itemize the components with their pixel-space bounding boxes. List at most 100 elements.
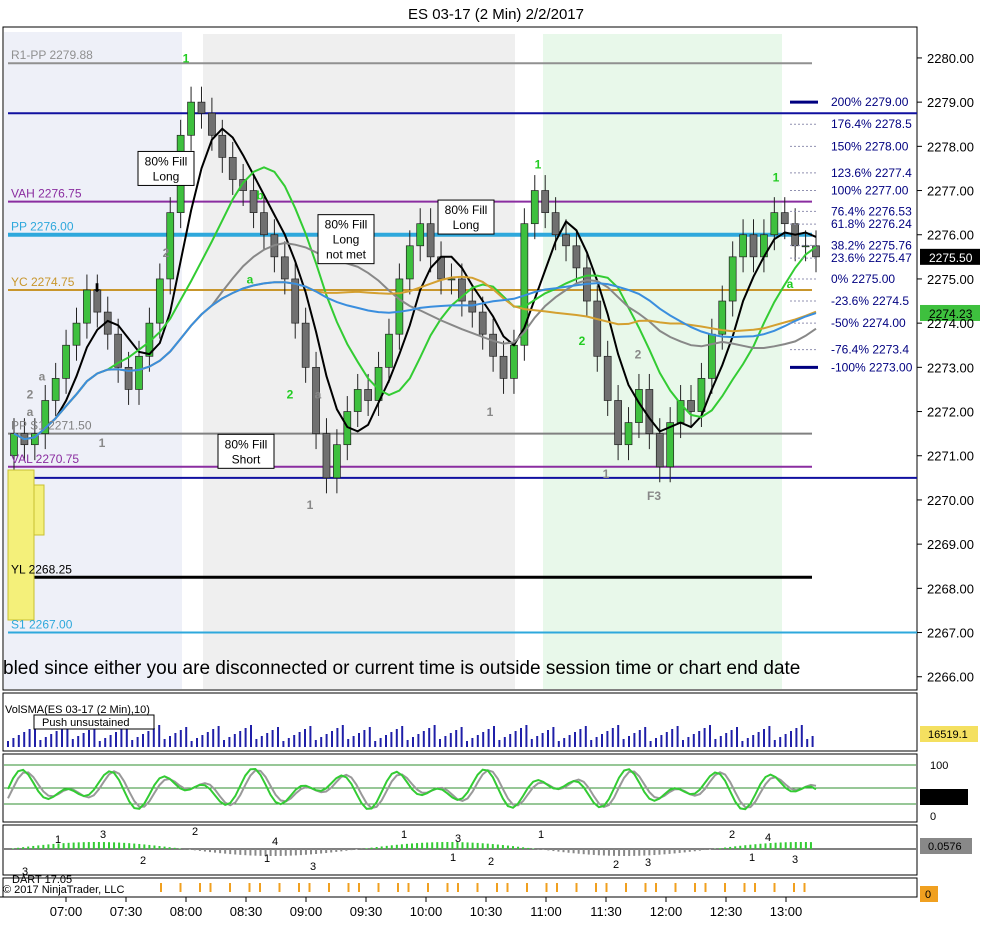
candle-body <box>291 278 300 324</box>
candle-body <box>541 190 550 213</box>
dart-wave-number: 1 <box>538 829 544 841</box>
x-axis-tick-label: 08:00 <box>170 904 203 919</box>
annotation-text: Long <box>333 233 360 247</box>
push-note-text: Push unsustained <box>42 717 129 729</box>
wave-label: 2 <box>27 387 34 401</box>
wave-label: a <box>39 370 46 384</box>
marker-tick <box>496 883 498 892</box>
annotation-text: 80% Fill <box>145 154 188 168</box>
marker-tick <box>605 883 608 892</box>
x-axis-tick-label: 11:30 <box>590 904 622 919</box>
x-axis-tick-label: 10:00 <box>410 904 443 919</box>
marker-tick <box>397 883 399 892</box>
candle-body <box>666 422 675 468</box>
dart-wave-number: 3 <box>310 861 316 873</box>
marker-tick <box>704 883 707 892</box>
candle-body <box>218 134 227 158</box>
y-axis-tick-label: 2273.00 <box>927 360 974 375</box>
marker-tick <box>793 883 795 892</box>
candle-body <box>655 433 664 468</box>
candle-body <box>405 245 414 280</box>
dart-wave-number: 1 <box>450 852 456 864</box>
marker-tick <box>773 883 776 892</box>
fib-label: 150% 2278.00 <box>831 139 909 153</box>
x-axis-tick-label: 09:00 <box>290 904 323 919</box>
candle-body <box>135 355 143 390</box>
dart-wave-number: 1 <box>55 834 61 846</box>
fib-label: 123.6% 2277.4 <box>831 166 912 180</box>
candle-body <box>364 389 372 401</box>
marker-tick <box>377 883 380 892</box>
y-axis-tick-label: 2270.00 <box>927 493 974 508</box>
copyright-label: © 2017 NinjaTrader, LLC <box>3 884 124 896</box>
y-axis-tick-label: 2280.00 <box>927 51 974 66</box>
x-axis-tick-label: 13:00 <box>770 904 803 919</box>
dart-wave-number: 2 <box>729 829 735 841</box>
dart-wave-number: 1 <box>264 853 270 865</box>
dart-wave-number: 1 <box>749 852 755 864</box>
dart-wave-number: 1 <box>401 829 407 841</box>
marker-tick <box>358 883 360 892</box>
level-label: YC 2274.75 <box>11 275 75 289</box>
fib-label: 23.6% 2275.47 <box>831 251 912 265</box>
y-axis-tick-label: 2278.00 <box>927 139 974 154</box>
dart-wave-number: 3 <box>455 833 461 845</box>
marker-tick <box>674 883 677 892</box>
x-axis-tick-label: 10:30 <box>470 904 503 919</box>
marker-panel-frame <box>2 877 918 898</box>
dart-wave-number: 2 <box>488 856 494 868</box>
wave-label: 1 <box>603 467 610 481</box>
marker-tick <box>743 883 746 892</box>
marker-tick <box>179 883 182 892</box>
status-message: bled since either you are disconnected o… <box>3 658 800 679</box>
profile-block <box>7 469 35 621</box>
x-axis-tick-label: 09:30 <box>350 904 383 919</box>
level-label: S1 2267.00 <box>11 618 73 632</box>
candle-body <box>228 157 237 180</box>
candle-body <box>385 333 393 368</box>
candle-body <box>353 389 362 412</box>
fib-label: -50% 2274.00 <box>831 316 906 330</box>
dart-wave-number: 4 <box>272 836 278 848</box>
session-region-midday <box>543 34 782 689</box>
candle-body <box>478 311 487 335</box>
wave-label: 2 <box>579 334 586 348</box>
marker-tick <box>347 883 350 892</box>
y-axis-tick-label: 2267.00 <box>927 626 974 641</box>
level-label: PP 2276.00 <box>11 220 74 234</box>
marker-tick <box>694 883 696 892</box>
dart-wave-number: 2 <box>192 826 198 838</box>
sma-price-label: 2274.23 <box>929 307 973 321</box>
y-axis-tick-label: 2266.00 <box>927 670 974 685</box>
marker-tick <box>328 883 330 892</box>
level-label: PP S1 2271.50 <box>11 419 92 433</box>
fib-label: -76.4% 2273.4 <box>831 343 909 357</box>
candle-body <box>197 101 206 114</box>
candle-body <box>593 300 602 357</box>
candle-body <box>62 344 70 379</box>
candle-body <box>510 344 518 379</box>
candle-body <box>551 212 560 236</box>
wave-label: 2 <box>163 246 170 260</box>
wave-label: 1 <box>99 436 106 450</box>
candle-body <box>801 245 810 248</box>
annotation-text: not met <box>326 248 367 262</box>
marker-tick <box>476 883 479 892</box>
marker-tick <box>248 883 251 892</box>
annotation-text: Short <box>232 452 261 466</box>
bottom-value-label: 0 <box>925 889 931 901</box>
wave-label: 2 <box>635 348 642 362</box>
marker-tick <box>595 883 597 892</box>
y-axis-tick-label: 2272.00 <box>927 405 974 420</box>
marker-tick <box>427 883 429 892</box>
y-axis-tick-label: 2269.00 <box>927 537 974 552</box>
marker-tick <box>407 883 410 892</box>
candle-body <box>260 212 268 236</box>
fib-label: 176.4% 2278.5 <box>831 117 912 131</box>
stochastic-top-label: 100 <box>930 760 948 772</box>
candle-body <box>187 101 195 136</box>
marker-tick <box>308 883 311 892</box>
wave-label: 1 <box>535 157 542 171</box>
x-axis-tick-label: 12:00 <box>650 904 683 919</box>
marker-tick <box>259 883 261 892</box>
